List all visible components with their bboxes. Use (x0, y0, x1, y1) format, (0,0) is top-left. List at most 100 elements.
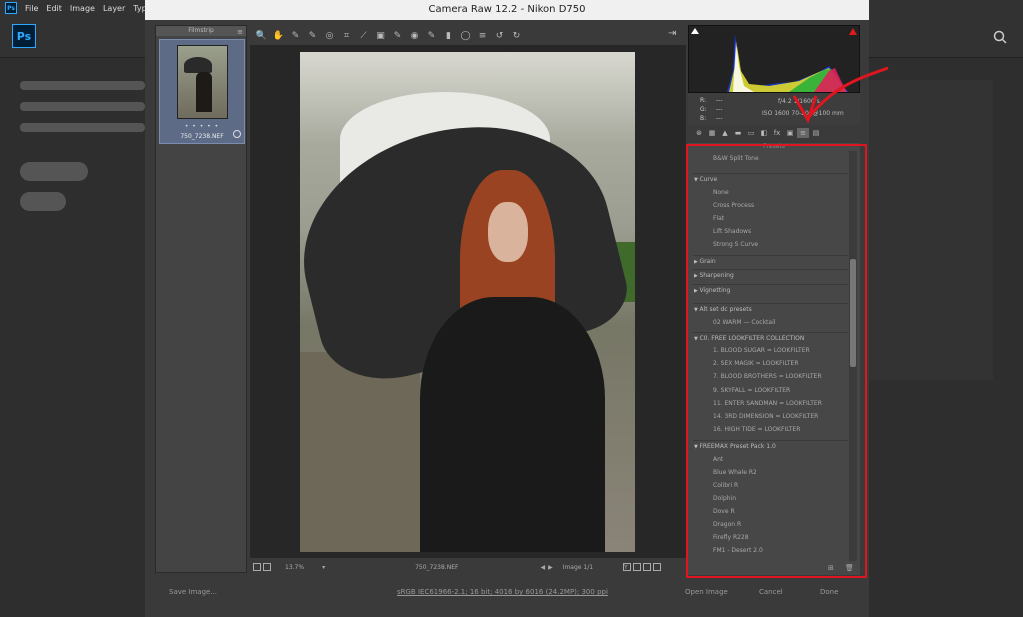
preset-item[interactable]: None (688, 189, 848, 196)
preset-item[interactable]: 02 WARM — Cocktail (688, 319, 848, 326)
before-after-icon[interactable] (633, 563, 642, 571)
preset-separator (693, 255, 848, 256)
preset-group[interactable]: ▼ Alt set dc presets (688, 306, 848, 313)
preset-item[interactable]: 11. ENTER SANDMAN = LOOKFILTER (688, 400, 848, 407)
dialog-footer: Save Image... sRGB IEC61966-2.1; 16 bit;… (145, 580, 869, 606)
presets-tab-icon[interactable]: ≡ (797, 128, 809, 138)
placeholder-line (20, 102, 145, 111)
transform-icon[interactable]: ▣ (372, 29, 389, 43)
preset-item[interactable]: Dragon R (688, 521, 848, 528)
preset-group[interactable]: ▶ Vignetting (688, 287, 848, 294)
lens-tab-icon[interactable]: ◧ (758, 128, 770, 138)
preset-separator (693, 284, 848, 285)
preset-group[interactable]: ▼ C0. FREE LOOKFILTER COLLECTION (688, 335, 848, 342)
view-settings-icon[interactable] (653, 563, 662, 571)
zoom-out-icon[interactable] (253, 563, 261, 571)
split-toning-tab-icon[interactable]: ▭ (745, 128, 757, 138)
menu-edit[interactable]: Edit (46, 4, 62, 13)
filmstrip-menu-icon[interactable]: ≡ (237, 27, 243, 37)
preset-item[interactable]: Ant (688, 456, 848, 463)
search-icon[interactable] (993, 30, 1007, 44)
preset-item[interactable]: 14. 3RD DIMENSION = LOOKFILTER (688, 413, 848, 420)
calibration-tab-icon[interactable]: ▣ (784, 128, 796, 138)
preset-label: 16. HIGH TIDE = LOOKFILTER (713, 426, 801, 433)
open-image-button[interactable]: Open Image (685, 588, 728, 596)
menu-image[interactable]: Image (70, 4, 95, 13)
menu-layer[interactable]: Layer (103, 4, 125, 13)
preset-item[interactable]: 9. SKYFALL = LOOKFILTER (688, 387, 848, 394)
cancel-button[interactable]: Cancel (759, 588, 783, 596)
preview-photo (300, 52, 635, 552)
presets-title: Presets (763, 143, 785, 150)
preset-item[interactable]: Firefly R228 (688, 534, 848, 541)
snapshots-tab-icon[interactable]: ▤ (810, 128, 822, 138)
next-image-icon[interactable]: ▶ (548, 564, 553, 571)
lens-info: ISO 1600 70-200@100 mm (762, 110, 844, 117)
menu-file[interactable]: File (25, 4, 38, 13)
preset-item[interactable]: Lift Shadows (688, 228, 848, 235)
preset-item[interactable]: Blue Whale R2 (688, 469, 848, 476)
preset-item[interactable]: Flat (688, 215, 848, 222)
prev-image-icon[interactable]: ◀ (540, 564, 545, 571)
rotate-right-icon[interactable]: ↻ (508, 29, 525, 43)
dialog-title: Camera Raw 12.2 - Nikon D750 (145, 0, 869, 20)
scrollbar-thumb[interactable] (850, 259, 856, 367)
effects-tab-icon[interactable]: fx (771, 128, 783, 138)
preset-item[interactable]: Colibri R (688, 482, 848, 489)
preset-item[interactable]: 2. SEX MAGIK = LOOKFILTER (688, 360, 848, 367)
preferences-icon[interactable]: ≡ (474, 29, 491, 43)
tone-curve-tab-icon[interactable]: ▦ (706, 128, 718, 138)
preset-item[interactable]: Cross Process (688, 202, 848, 209)
preset-item[interactable]: 7. BLOOD BROTHERS = LOOKFILTER (688, 373, 848, 380)
color-sampler-icon[interactable]: ✎ (304, 29, 321, 43)
preset-item[interactable]: Dove R (688, 508, 848, 515)
basic-tab-icon[interactable]: ⊛ (693, 128, 705, 138)
preset-label: Lift Shadows (713, 228, 752, 235)
zoom-level[interactable]: 13.7% (285, 564, 304, 571)
white-balance-icon[interactable]: ✎ (287, 29, 304, 43)
straighten-icon[interactable]: ⟋ (355, 29, 372, 43)
hsl-tab-icon[interactable]: ▬ (732, 128, 744, 138)
image-preview[interactable] (250, 45, 686, 558)
save-image-button[interactable]: Save Image... (169, 588, 217, 596)
presets-scrollbar[interactable] (849, 151, 857, 561)
red-eye-icon[interactable]: ◉ (406, 29, 423, 43)
filmstrip-thumbnail[interactable]: • • • • • 750_7238.NEF (159, 39, 245, 144)
preset-group[interactable]: ▼ Curve (688, 176, 848, 183)
spot-removal-icon[interactable]: ✎ (389, 29, 406, 43)
adjustment-brush-icon[interactable]: ✎ (423, 29, 440, 43)
rgb-readout: R: --- G: --- B: --- f/4.2 1/1600 s ISO … (688, 93, 860, 125)
preset-label: Strong S Curve (713, 241, 759, 248)
swap-settings-icon[interactable] (643, 563, 652, 571)
done-button[interactable]: Done (820, 588, 838, 596)
preset-item[interactable]: Dolphin (688, 495, 848, 502)
rotate-left-icon[interactable]: ↺ (491, 29, 508, 43)
workflow-options-link[interactable]: sRGB IEC61966-2.1; 16 bit; 4016 by 6016 … (397, 588, 608, 596)
filmstrip-header: Filmstrip ≡ (156, 26, 246, 36)
preset-group[interactable]: ▼ FREEMAX Preset Pack 1.0 (688, 443, 848, 450)
crop-icon[interactable]: ⌗ (338, 29, 355, 43)
toggle-y-icon[interactable]: Y (623, 563, 632, 571)
preset-item[interactable]: 16. HIGH TIDE = LOOKFILTER (688, 426, 848, 433)
zoom-in-icon[interactable] (263, 563, 271, 571)
preset-item[interactable]: FM1 - Desert 2.0 (688, 547, 848, 554)
graduated-filter-icon[interactable]: ▮ (440, 29, 457, 43)
preset-group[interactable]: ▶ Grain (688, 258, 848, 265)
placeholder-panel (869, 80, 993, 380)
radial-filter-icon[interactable]: ◯ (457, 29, 474, 43)
preset-item[interactable]: B&W Split Tone (688, 155, 848, 162)
rating-stars[interactable]: • • • • • (160, 123, 244, 130)
target-adjust-icon[interactable]: ◎ (321, 29, 338, 43)
preset-group[interactable]: ▶ Sharpening (688, 272, 848, 279)
export-icon[interactable]: ⇥ (668, 28, 676, 39)
delete-preset-icon[interactable]: 🗑 (845, 564, 854, 572)
new-preset-icon[interactable]: ⊞ (828, 564, 834, 572)
zoom-dropdown-icon[interactable]: ▾ (322, 564, 325, 571)
preset-item[interactable]: 1. BLOOD SUGAR = LOOKFILTER (688, 347, 848, 354)
preset-label: None (713, 189, 729, 196)
shadow-clipping-icon[interactable] (691, 28, 699, 34)
hand-icon[interactable]: ✋ (270, 29, 287, 43)
detail-tab-icon[interactable]: ▲ (719, 128, 731, 138)
preset-item[interactable]: Strong S Curve (688, 241, 848, 248)
zoom-icon[interactable]: 🔍 (253, 29, 270, 43)
